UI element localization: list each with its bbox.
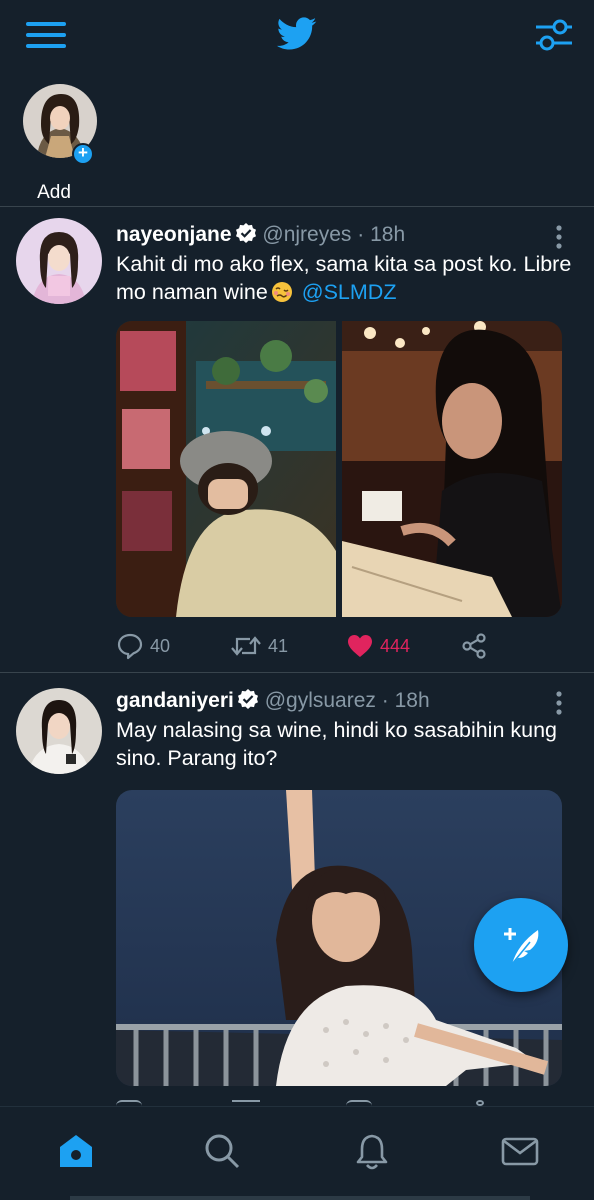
like-count: 444 xyxy=(380,635,411,656)
verified-badge-icon xyxy=(237,688,259,710)
system-home-indicator xyxy=(70,1196,530,1200)
mention-link[interactable]: @SLMDZ xyxy=(302,280,397,304)
compose-tweet-button[interactable] xyxy=(474,898,568,992)
top-app-bar xyxy=(0,0,594,70)
messages-mail-icon[interactable] xyxy=(500,1131,540,1171)
hamburger-menu-icon[interactable] xyxy=(26,22,66,48)
reply-count: 40 xyxy=(150,635,171,656)
fleets-row: + Add xyxy=(0,72,594,206)
search-icon[interactable] xyxy=(202,1131,242,1171)
retweet-button[interactable]: 41 xyxy=(230,628,288,664)
timestamp[interactable]: 18h xyxy=(370,223,405,246)
tweet-media-grid xyxy=(116,321,562,617)
woozy-face-emoji xyxy=(271,281,293,303)
handle[interactable]: @gylsuarez xyxy=(265,689,376,712)
tweet-text: May nalasing sa wine, hindi ko sasabihin… xyxy=(116,718,558,770)
tweet-actions: 40 41 444 xyxy=(116,628,576,664)
twitter-bird-icon[interactable] xyxy=(277,16,317,52)
tweet-photo[interactable] xyxy=(342,321,562,617)
home-icon[interactable] xyxy=(56,1131,96,1171)
bottom-navigation xyxy=(0,1106,594,1200)
tweet[interactable]: gandaniyeri @gylsuarez · 18h May nalasin… xyxy=(0,674,594,1106)
heart-filled-icon xyxy=(348,635,372,657)
tweet-photo[interactable] xyxy=(116,321,336,617)
tweet-header: gandaniyeri @gylsuarez · 18h xyxy=(116,688,430,716)
retweet-icon xyxy=(231,636,261,656)
tweet-header: nayeonjane @njreyes · 18h xyxy=(116,222,405,250)
twitter-app: + Add nayeonjane @njreyes · 18h Kahit di… xyxy=(0,0,594,1200)
add-fleet-label: Add xyxy=(37,182,71,203)
compose-feather-icon xyxy=(504,928,539,965)
tweet[interactable]: nayeonjane @njreyes · 18h Kahit di mo ak… xyxy=(0,208,594,672)
reply-icon xyxy=(117,633,143,660)
separator-dot: · xyxy=(357,223,365,246)
separator-dot: · xyxy=(381,689,389,712)
handle[interactable]: @njreyes xyxy=(262,223,351,246)
share-icon xyxy=(462,633,486,659)
notifications-bell-icon[interactable] xyxy=(352,1131,392,1171)
sliders-icon[interactable] xyxy=(534,18,574,52)
more-options-icon[interactable] xyxy=(546,222,572,252)
plus-icon: + xyxy=(72,143,94,165)
divider xyxy=(0,206,594,207)
tweet-text: Kahit di mo ako flex, sama kita sa post … xyxy=(116,250,576,306)
retweet-count: 41 xyxy=(268,635,289,656)
add-fleet-button[interactable]: + Add xyxy=(20,82,100,203)
avatar[interactable] xyxy=(16,218,102,304)
avatar[interactable] xyxy=(16,688,102,774)
like-button[interactable]: 444 xyxy=(346,628,410,664)
verified-badge-icon xyxy=(235,222,257,244)
more-options-icon[interactable] xyxy=(546,688,572,718)
display-name[interactable]: nayeonjane xyxy=(116,223,232,246)
divider xyxy=(0,672,594,673)
display-name[interactable]: gandaniyeri xyxy=(116,689,234,712)
share-button[interactable] xyxy=(460,628,488,664)
reply-button[interactable]: 40 xyxy=(116,628,170,664)
timestamp[interactable]: 18h xyxy=(395,689,430,712)
